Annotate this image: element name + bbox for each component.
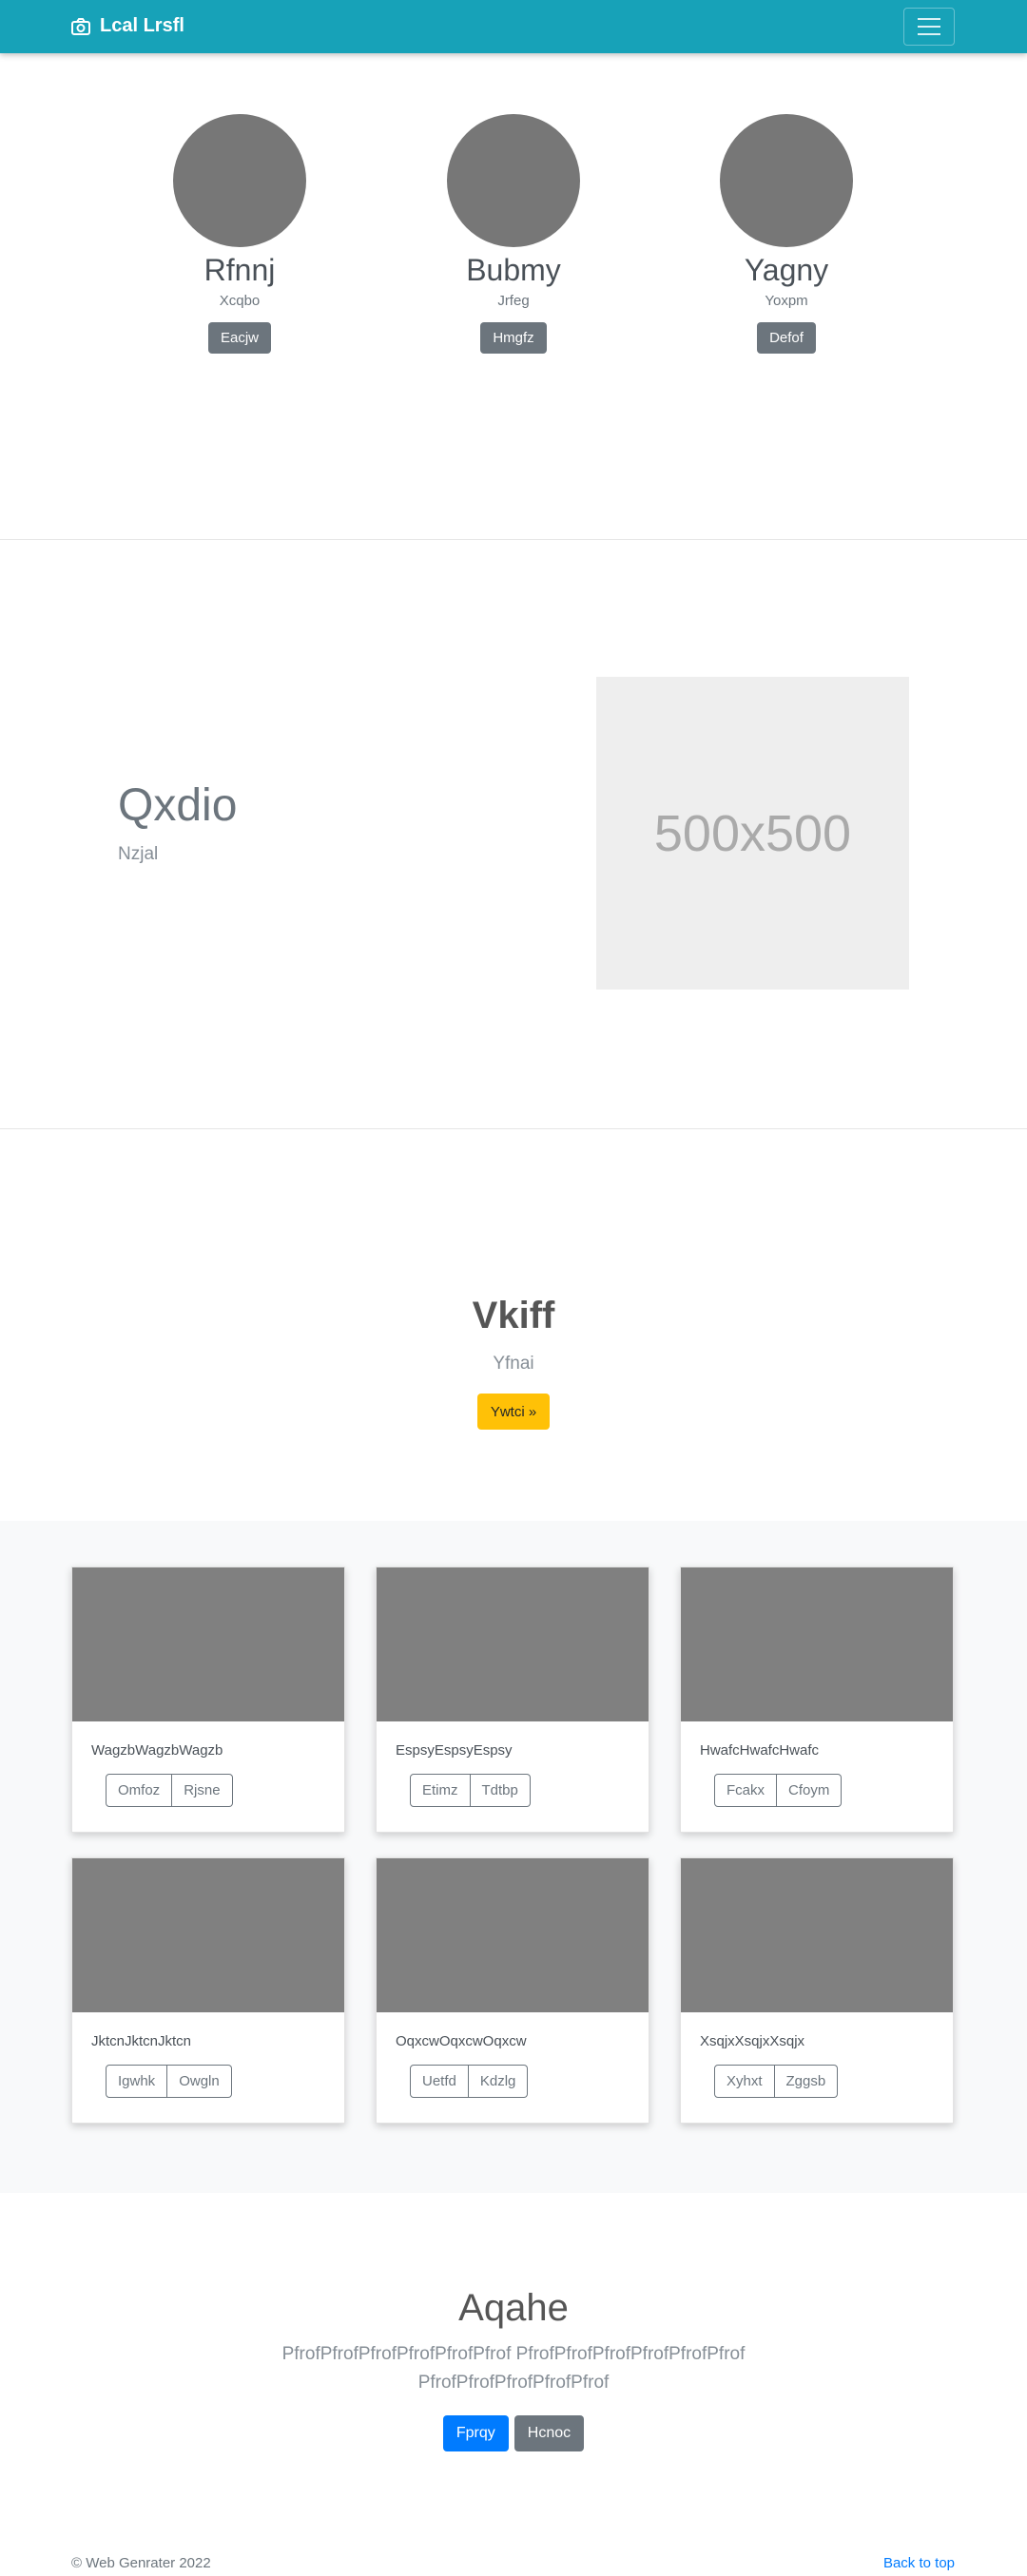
profile-subtitle: Yoxpm: [765, 293, 808, 309]
profile-button[interactable]: Eacjw: [207, 322, 271, 354]
card-image: [72, 1567, 344, 1721]
card-image: [681, 1858, 953, 2012]
feature-title: Qxdio: [118, 780, 238, 831]
card: XsqjxXsqjxXsqjx Xyhxt Zggsb: [680, 1857, 954, 2124]
card-button-group: Igwhk Owgln: [106, 2065, 344, 2098]
card-text: XsqjxXsqjxXsqjx: [700, 2033, 805, 2049]
brand-link[interactable]: Lcal Lrsfl: [71, 15, 184, 37]
card-image: [377, 1567, 649, 1721]
card-button[interactable]: Etimz: [410, 1774, 471, 1807]
card-text: EspsyEspsyEspsy: [396, 1742, 513, 1759]
card-button[interactable]: Uetfd: [410, 2065, 469, 2098]
avatar: [173, 114, 306, 247]
card: WagzbWagzbWagzb Omfoz Rjsne: [71, 1567, 345, 1833]
cta-text: PfrofPfrofPfrofPfrofPfrofPfrof PfrofPfro…: [281, 2344, 746, 2393]
card-button-group: Uetfd Kdzlg: [410, 2065, 649, 2098]
footer-copyright: © Web Genrater 2022: [71, 2555, 211, 2571]
placeholder-image: 500x500: [596, 677, 909, 990]
profile-3: Yagny Yoxpm Defof: [682, 114, 891, 354]
section-divider: [0, 1128, 1027, 1129]
cta-buttons: Fprqy Hcnoc: [0, 2415, 1027, 2451]
card-button-group: Fcakx Cfoym: [714, 1774, 953, 1807]
card-text: OqxcwOqxcwOqxcw: [396, 2033, 527, 2049]
card-button[interactable]: Omfoz: [106, 1774, 173, 1807]
profile-button[interactable]: Defof: [757, 322, 816, 354]
album-section: WagzbWagzbWagzb Omfoz Rjsne EspsyEspsyEs…: [0, 1521, 1027, 2193]
secondary-button[interactable]: Hcnoc: [514, 2415, 585, 2451]
card-button[interactable]: Rjsne: [172, 1774, 233, 1807]
profile-button[interactable]: Hmgfz: [480, 322, 547, 354]
navbar: Lcal Lrsfl: [0, 0, 1027, 53]
card-button-group: Xyhxt Zggsb: [714, 2065, 953, 2098]
profile-2: Bubmy Jrfeg Hmgfz: [409, 114, 618, 354]
card: HwafcHwafcHwafc Fcakx Cfoym: [680, 1567, 954, 1833]
back-to-top-link[interactable]: Back to top: [883, 2555, 955, 2571]
card-image: [377, 1858, 649, 2012]
profile-name: Yagny: [744, 253, 829, 287]
primary-button[interactable]: Fprqy: [442, 2415, 509, 2451]
avatar: [720, 114, 853, 247]
profile-subtitle: Jrfeg: [497, 293, 530, 309]
camera-icon: [71, 17, 90, 35]
card-button[interactable]: Cfoym: [777, 1774, 843, 1807]
card-button[interactable]: Igwhk: [106, 2065, 168, 2098]
hero-title: Vkiff: [472, 1295, 555, 1336]
card-text: WagzbWagzbWagzb: [91, 1742, 223, 1759]
profile-1: Rfnnj Xcqbo Eacjw: [135, 114, 344, 354]
cta-title: Aqahe: [458, 2287, 569, 2329]
profile-name: Bubmy: [466, 253, 561, 287]
card-button[interactable]: Xyhxt: [714, 2065, 775, 2098]
navbar-toggler[interactable]: [903, 8, 955, 46]
card: JktcnJktcnJktcn Igwhk Owgln: [71, 1857, 345, 2124]
card-text: HwafcHwafcHwafc: [700, 1742, 820, 1759]
card: OqxcwOqxcwOqxcw Uetfd Kdzlg: [376, 1857, 649, 2124]
card-image: [72, 1858, 344, 2012]
card-button[interactable]: Zggsb: [774, 2065, 839, 2098]
section-divider: [0, 539, 1027, 540]
card-button[interactable]: Owgln: [167, 2065, 232, 2098]
avatar: [447, 114, 580, 247]
card-button[interactable]: Tdtbp: [470, 1774, 531, 1807]
card-button-group: Etimz Tdtbp: [410, 1774, 649, 1807]
hero-subtitle: Yfnai: [493, 1354, 534, 1374]
card-button[interactable]: Kdzlg: [468, 2065, 529, 2098]
profile-name: Rfnnj: [203, 253, 276, 287]
hero-button[interactable]: Ywtci »: [477, 1394, 550, 1430]
profile-subtitle: Xcqbo: [219, 293, 261, 309]
card-text: JktcnJktcnJktcn: [91, 2033, 192, 2049]
brand-name: Lcal Lrsfl: [100, 15, 184, 36]
card-button[interactable]: Fcakx: [714, 1774, 778, 1807]
hamburger-icon: [918, 18, 940, 20]
card-image: [681, 1567, 953, 1721]
card: EspsyEspsyEspsy Etimz Tdtbp: [376, 1567, 649, 1833]
feature-subtitle: Nzjal: [118, 844, 159, 864]
card-button-group: Omfoz Rjsne: [106, 1774, 344, 1807]
